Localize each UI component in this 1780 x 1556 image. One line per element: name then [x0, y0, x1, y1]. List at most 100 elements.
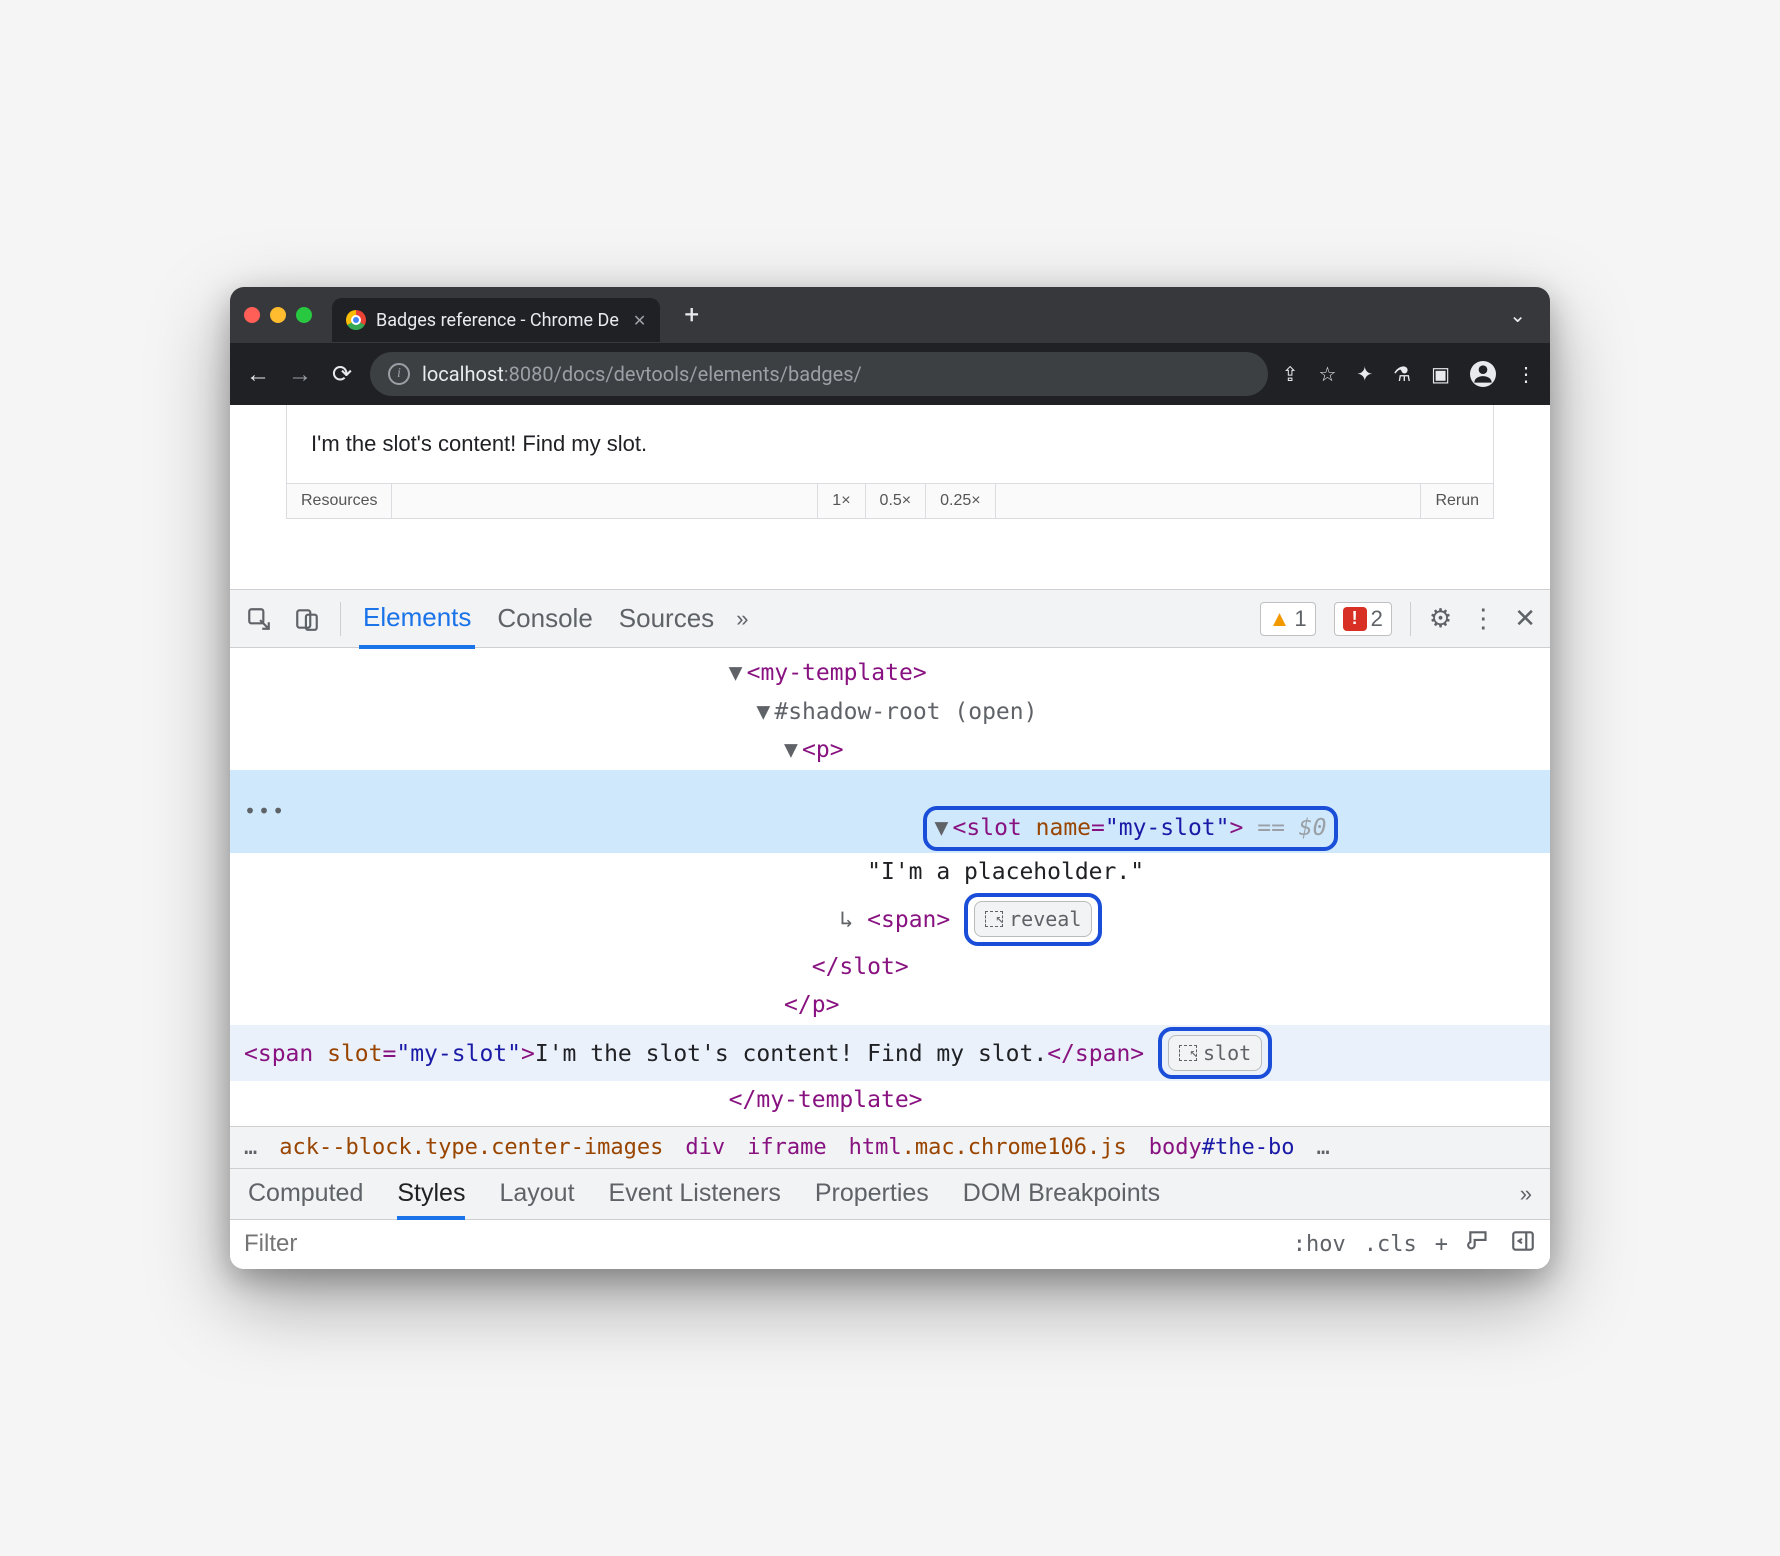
chrome-favicon-icon — [346, 310, 366, 330]
inspect-element-icon[interactable] — [244, 604, 274, 634]
more-tabs-icon[interactable]: » — [736, 606, 748, 632]
more-styles-tabs-icon[interactable]: » — [1520, 1181, 1532, 1207]
forward-button[interactable]: → — [286, 360, 314, 389]
devtools-menu-icon[interactable]: ⋮ — [1470, 603, 1496, 634]
dom-node-span-slotted[interactable]: <span slot="my-slot">I'm the slot's cont… — [230, 1025, 1550, 1082]
tab-event-listeners[interactable]: Event Listeners — [609, 1179, 781, 1208]
url-path: :8080/docs/devtools/elements/badges/ — [504, 362, 862, 386]
dom-node-span-ref[interactable]: ↳ <span> reveal — [230, 891, 1550, 948]
dom-node-shadow-root[interactable]: ▼#shadow-root (open) — [230, 693, 1550, 732]
styles-filter-row: :hov .cls + — [230, 1220, 1550, 1269]
tab-sources[interactable]: Sources — [615, 591, 718, 646]
dom-node-slot-selected[interactable]: ••• ▼<slot name="my-slot"> == $0 — [230, 770, 1550, 853]
tab-styles[interactable]: Styles — [397, 1179, 465, 1220]
warnings-count: 1 — [1294, 606, 1306, 632]
tab-computed[interactable]: Computed — [248, 1179, 363, 1208]
errors-badge[interactable]: ! 2 — [1334, 602, 1392, 636]
slot-badge-highlight: slot — [1158, 1027, 1272, 1080]
page-panel: I'm the slot's content! Find my slot. Re… — [286, 405, 1494, 519]
new-tab-button[interactable]: + — [684, 300, 699, 330]
paint-brush-icon[interactable] — [1466, 1228, 1492, 1261]
titlebar: Badges reference - Chrome De ✕ + ⌄ — [230, 287, 1550, 343]
reveal-badge-highlight: reveal — [964, 893, 1102, 946]
page-content-text: I'm the slot's content! Find my slot. — [287, 405, 1493, 483]
resources-button[interactable]: Resources — [287, 484, 392, 518]
url-host: localhost — [422, 362, 504, 386]
tab-close-button[interactable]: ✕ — [633, 311, 646, 330]
styles-filter-input[interactable] — [244, 1230, 1275, 1258]
slot-badge-button[interactable]: slot — [1168, 1035, 1262, 1071]
crumb-div[interactable]: div — [685, 1135, 725, 1160]
select-icon — [985, 911, 1003, 927]
tab-title: Badges reference - Chrome De — [376, 310, 619, 331]
window-minimize-button[interactable] — [270, 307, 286, 323]
tab-dom-breakpoints[interactable]: DOM Breakpoints — [963, 1179, 1160, 1208]
hover-toggle-button[interactable]: :hov — [1293, 1232, 1346, 1257]
zoom-025x-button[interactable]: 0.25× — [926, 484, 995, 518]
reload-button[interactable]: ⟳ — [328, 360, 356, 388]
toggle-sidebar-icon[interactable] — [1510, 1228, 1536, 1261]
rerun-button[interactable]: Rerun — [1420, 484, 1493, 518]
warnings-badge[interactable]: ▲ 1 — [1260, 602, 1316, 636]
crumb-html[interactable]: html.mac.chrome106.js — [849, 1135, 1127, 1160]
side-panel-icon[interactable]: ▣ — [1431, 362, 1450, 386]
window-maximize-button[interactable] — [296, 307, 312, 323]
dom-tree[interactable]: ▼<my-template> ▼#shadow-root (open) ▼<p>… — [230, 648, 1550, 1126]
devtools-close-button[interactable]: ✕ — [1514, 603, 1536, 634]
browser-menu-icon[interactable]: ⋮ — [1516, 362, 1536, 386]
dom-node-slot-close[interactable]: </slot> — [230, 948, 1550, 987]
dom-breadcrumbs[interactable]: … ack--block.type.center-images div ifra… — [230, 1126, 1550, 1169]
dom-node-p-open[interactable]: ▼<p> — [230, 731, 1550, 770]
page-footer: Resources 1× 0.5× 0.25× Rerun — [287, 483, 1493, 518]
back-button[interactable]: ← — [244, 360, 272, 389]
tab-list-chevron-icon[interactable]: ⌄ — [1509, 303, 1526, 327]
urlbar: ← → ⟳ i localhost:8080/docs/devtools/ele… — [230, 343, 1550, 405]
eq-dollar-zero: == $0 — [1257, 815, 1326, 841]
new-style-rule-button[interactable]: + — [1435, 1232, 1448, 1257]
crumb-1[interactable]: ack--block.type.center-images — [279, 1135, 663, 1160]
error-icon: ! — [1343, 607, 1367, 631]
bookmark-star-icon[interactable]: ☆ — [1318, 362, 1336, 386]
dom-node-placeholder-text[interactable]: "I'm a placeholder." — [230, 853, 1550, 892]
page-viewport: I'm the slot's content! Find my slot. Re… — [230, 405, 1550, 589]
site-info-icon[interactable]: i — [388, 363, 410, 385]
expand-caret-icon[interactable]: ▼ — [729, 656, 747, 691]
expand-caret-icon[interactable]: ▼ — [935, 811, 953, 846]
dom-node-my-template-open[interactable]: ▼<my-template> — [230, 654, 1550, 693]
labs-flask-icon[interactable]: ⚗ — [1393, 362, 1411, 386]
crumb-iframe[interactable]: iframe — [747, 1135, 826, 1160]
crumb-ellipsis-left[interactable]: … — [244, 1135, 257, 1160]
tab-layout[interactable]: Layout — [499, 1179, 574, 1208]
crumb-ellipsis-right[interactable]: … — [1316, 1135, 1329, 1160]
tab-properties[interactable]: Properties — [815, 1179, 929, 1208]
zoom-05x-button[interactable]: 0.5× — [866, 484, 927, 518]
extensions-icon[interactable]: ✦ — [1356, 362, 1373, 386]
crumb-body[interactable]: body#the-bo — [1149, 1135, 1295, 1160]
browser-tab[interactable]: Badges reference - Chrome De ✕ — [332, 298, 660, 342]
styles-tabs: Computed Styles Layout Event Listeners P… — [230, 1169, 1550, 1220]
errors-count: 2 — [1371, 606, 1383, 632]
browser-window: Badges reference - Chrome De ✕ + ⌄ ← → ⟳… — [230, 287, 1550, 1269]
selection-highlight: ▼<slot name="my-slot"> == $0 — [923, 806, 1339, 851]
window-close-button[interactable] — [244, 307, 260, 323]
zoom-1x-button[interactable]: 1× — [817, 484, 865, 518]
expand-caret-icon[interactable]: ▼ — [784, 733, 802, 768]
profile-avatar-icon[interactable] — [1470, 361, 1496, 387]
dom-node-my-template-close[interactable]: </my-template> — [230, 1081, 1550, 1120]
tab-console[interactable]: Console — [493, 591, 596, 646]
settings-gear-icon[interactable]: ⚙ — [1429, 603, 1452, 634]
dom-node-p-close[interactable]: </p> — [230, 986, 1550, 1025]
share-icon[interactable]: ⇪ — [1282, 362, 1299, 386]
device-toggle-icon[interactable] — [292, 604, 322, 634]
traffic-lights — [244, 307, 312, 323]
toolbar-icons: ⇪ ☆ ✦ ⚗ ▣ ⋮ — [1282, 361, 1536, 387]
expand-caret-icon[interactable]: ▼ — [756, 695, 774, 730]
tab-elements[interactable]: Elements — [359, 590, 475, 649]
devtools-toolbar: Elements Console Sources » ▲ 1 ! 2 ⚙ ⋮ ✕ — [230, 590, 1550, 648]
reveal-badge-button[interactable]: reveal — [974, 901, 1092, 937]
select-icon — [1179, 1045, 1197, 1061]
address-bar[interactable]: i localhost:8080/docs/devtools/elements/… — [370, 352, 1268, 396]
collapsed-ellipsis-icon[interactable]: ••• — [244, 796, 286, 826]
devtools: Elements Console Sources » ▲ 1 ! 2 ⚙ ⋮ ✕ — [230, 589, 1550, 1269]
cls-toggle-button[interactable]: .cls — [1364, 1232, 1417, 1257]
